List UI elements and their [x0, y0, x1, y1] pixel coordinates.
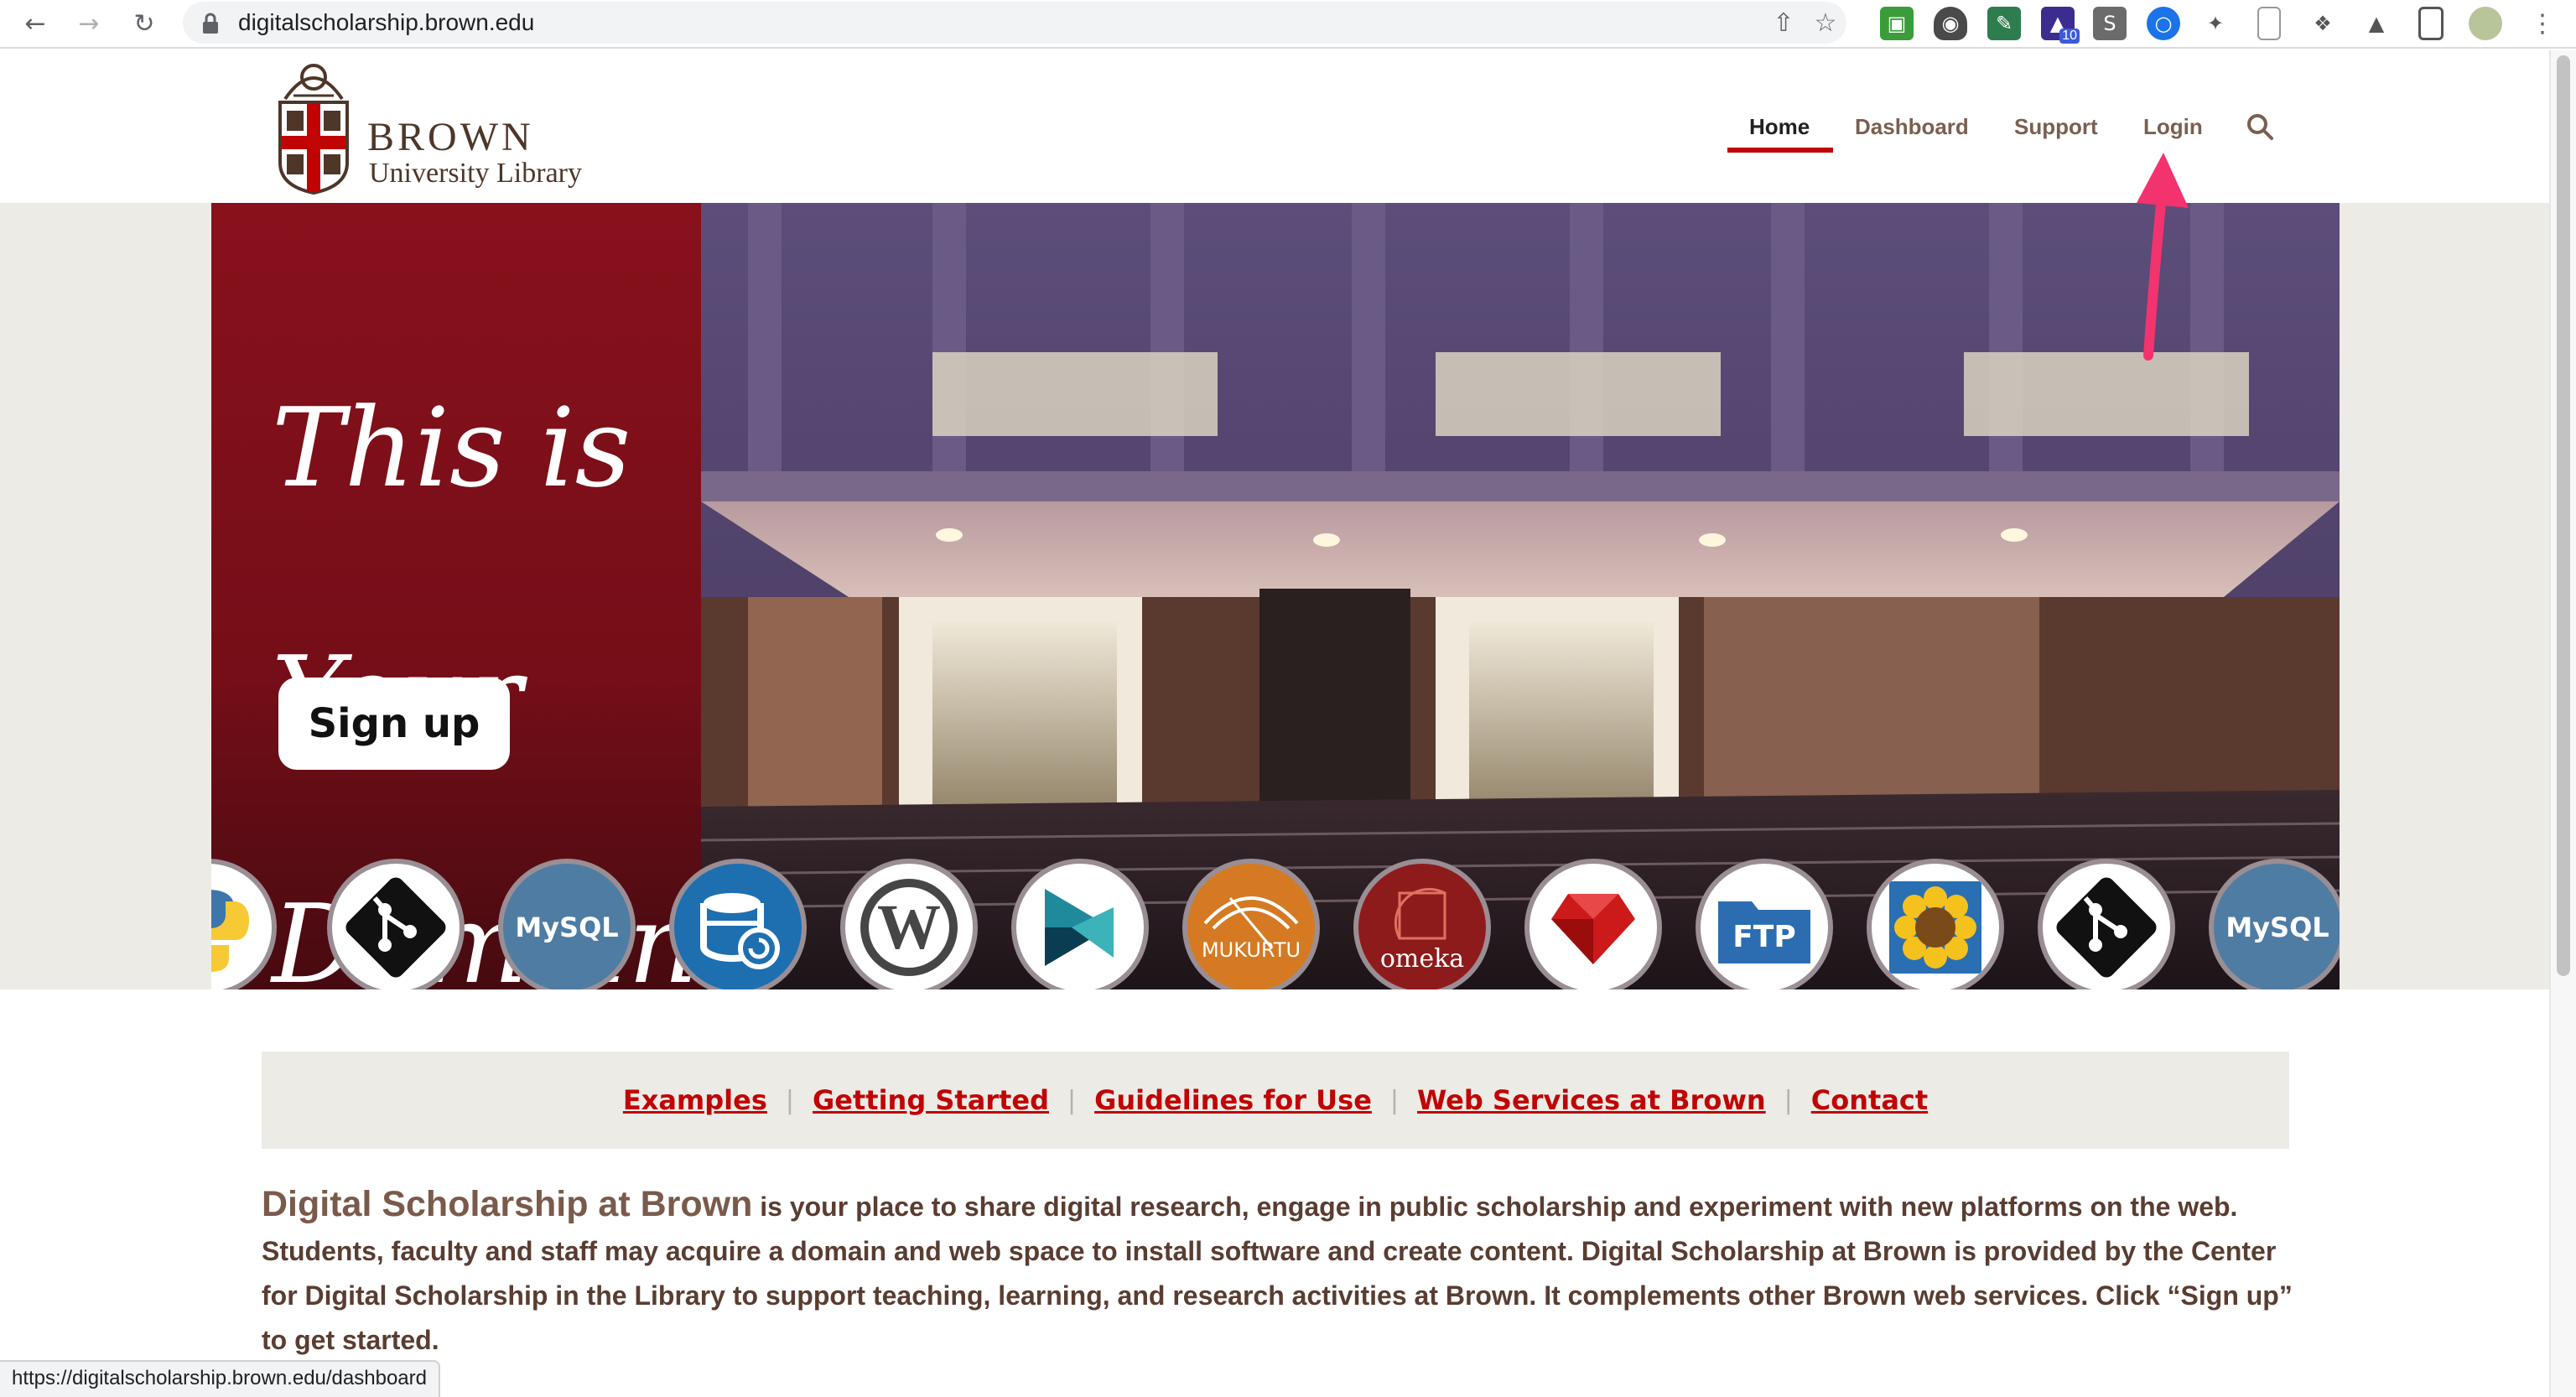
mysql-icon[interactable]: MySQL [498, 859, 636, 989]
extension-page-icon[interactable] [2257, 7, 2281, 40]
mysql-icon[interactable]: MySQL [2209, 859, 2340, 989]
wordpress-icon[interactable]: W [840, 859, 978, 989]
nav-support[interactable]: Support [2014, 114, 2098, 140]
nav-home[interactable]: Home [1749, 114, 1810, 140]
extension-bird-icon[interactable]: ✦ [2199, 7, 2232, 40]
link-guidelines[interactable]: Guidelines for Use [1094, 1084, 1372, 1116]
mysql-label: MySQL [2225, 911, 2329, 943]
browser-toolbar: ← → ↻ digitalscholarship.brown.edu ⇧ ☆ ▣… [0, 0, 2576, 49]
logo-subtitle: University Library [369, 158, 582, 189]
url-text: digitalscholarship.brown.edu [238, 9, 535, 35]
profile-avatar[interactable] [2469, 7, 2502, 40]
hero-banner: This is Your Domain Sign up MySQL W [211, 203, 2340, 989]
sign-up-button[interactable]: Sign up [278, 678, 510, 770]
reload-icon[interactable]: ↻ [126, 5, 163, 42]
bookmark-star-icon[interactable]: ☆ [1810, 7, 1841, 39]
brown-library-logo[interactable]: BROWN University Library [273, 62, 609, 196]
link-separator: | [785, 1085, 794, 1115]
extension-pen-icon[interactable]: ✎ [1987, 7, 2021, 40]
back-icon[interactable]: ← [17, 5, 54, 42]
lock-icon [203, 13, 218, 34]
database-restore-icon[interactable] [669, 859, 807, 989]
svg-text:W: W [877, 892, 941, 963]
omeka-label: omeka [1380, 944, 1464, 974]
search-icon[interactable] [2246, 112, 2274, 141]
git-icon[interactable] [2038, 859, 2175, 989]
intro-paragraph: Digital Scholarship at Brown is your pla… [262, 1182, 2299, 1363]
link-examples[interactable]: Examples [623, 1084, 767, 1116]
lab-flask-icon[interactable]: ▲ [2360, 7, 2393, 40]
forward-icon[interactable]: → [70, 5, 107, 42]
ftp-icon[interactable]: FTP [1696, 859, 1833, 989]
extension-s-icon[interactable]: S [2093, 7, 2127, 40]
side-panel-icon[interactable] [2418, 7, 2444, 40]
app-icon-carousel: MySQL W MUKURTU omeka FTP MySQL [211, 849, 2340, 989]
link-separator: | [1389, 1085, 1399, 1115]
mukurtu-icon[interactable]: MUKURTU [1182, 859, 1320, 989]
mukurtu-label: MUKURTU [1202, 938, 1301, 962]
ftp-label: FTP [1732, 920, 1796, 954]
brown-shield-icon [278, 64, 349, 195]
password-manager-icon[interactable]: ○ [2147, 7, 2180, 40]
nav-dashboard[interactable]: Dashboard [1855, 114, 1969, 140]
puzzle-icon[interactable]: ❖ [2306, 7, 2340, 40]
extension-badge: 10 [2059, 29, 2080, 44]
logo-title: BROWN [367, 115, 534, 159]
scrollbar-thumb[interactable] [2557, 55, 2570, 976]
quick-links-bar: Examples | Getting Started | Guidelines … [262, 1052, 2289, 1149]
mysql-label: MySQL [515, 911, 619, 943]
link-separator: | [1067, 1085, 1077, 1115]
python-icon[interactable] [211, 859, 277, 989]
link-web-services[interactable]: Web Services at Brown [1417, 1084, 1766, 1116]
sunflower-icon[interactable] [1867, 859, 2004, 989]
nav-active-indicator [1727, 148, 1833, 153]
link-status-bar: https://digitalscholarship.brown.edu/das… [0, 1360, 440, 1397]
share-icon[interactable]: ⇧ [1768, 7, 1800, 39]
shield-extension-icon[interactable]: ◉ [1934, 7, 1967, 40]
link-contact[interactable]: Contact [1811, 1084, 1928, 1116]
extension-green-icon[interactable]: ▣ [1880, 7, 1914, 40]
address-bar[interactable]: digitalscholarship.brown.edu ⇧ ☆ [183, 2, 1846, 44]
intro-brand: Digital Scholarship at Brown [262, 1184, 753, 1224]
hero-title-line: This is [272, 384, 631, 512]
link-separator: | [1784, 1085, 1793, 1115]
nav-login[interactable]: Login [2143, 114, 2203, 140]
link-getting-started[interactable]: Getting Started [813, 1084, 1049, 1116]
scalar-icon[interactable] [1011, 859, 1149, 989]
git-icon[interactable] [327, 859, 465, 989]
annotation-arrow [2137, 153, 2189, 361]
menu-dots-icon[interactable]: ⋮ [2524, 5, 2561, 42]
graduation-cap-icon[interactable]: ▲ 10 [2041, 7, 2080, 44]
ruby-icon[interactable] [1524, 859, 1662, 989]
scrollbar[interactable] [2549, 50, 2576, 1397]
omeka-icon[interactable]: omeka [1353, 859, 1491, 989]
